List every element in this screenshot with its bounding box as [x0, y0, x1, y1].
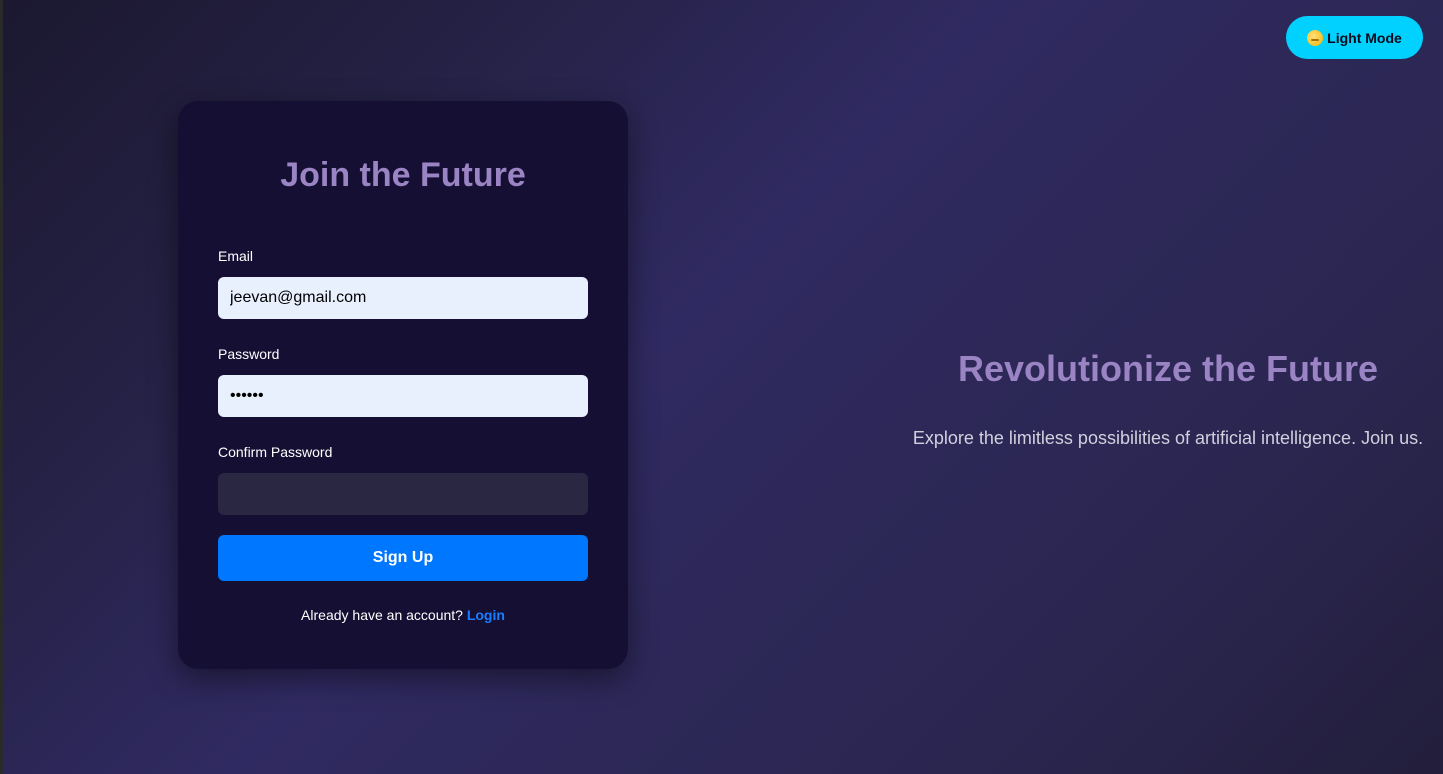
password-label: Password — [218, 346, 280, 362]
login-prompt: Already have an account? Login — [178, 607, 628, 623]
confirm-password-label: Confirm Password — [218, 444, 333, 460]
signup-title: Join the Future — [280, 156, 526, 194]
signup-button[interactable]: Sign Up — [218, 535, 588, 581]
theme-toggle-label: Light Mode — [1327, 29, 1402, 46]
theme-toggle-button[interactable]: Light Mode — [1286, 16, 1423, 59]
signup-card: Join the Future Email Password Confirm P… — [178, 101, 628, 669]
login-link[interactable]: Login — [467, 607, 505, 623]
email-label: Email — [218, 248, 254, 264]
sun-icon — [1307, 29, 1324, 46]
hero-subtitle: Explore the limitless possibilities of a… — [912, 428, 1424, 448]
window-edge — [0, 0, 3, 774]
hero-title: Revolutionize the Future — [957, 348, 1378, 389]
hero-section: Revolutionize the Future Explore the lim… — [900, 348, 1436, 449]
login-prompt-text: Already have an account? — [301, 607, 463, 623]
email-input[interactable] — [218, 277, 588, 319]
confirm-password-input[interactable] — [218, 473, 588, 515]
password-input[interactable] — [218, 375, 588, 417]
